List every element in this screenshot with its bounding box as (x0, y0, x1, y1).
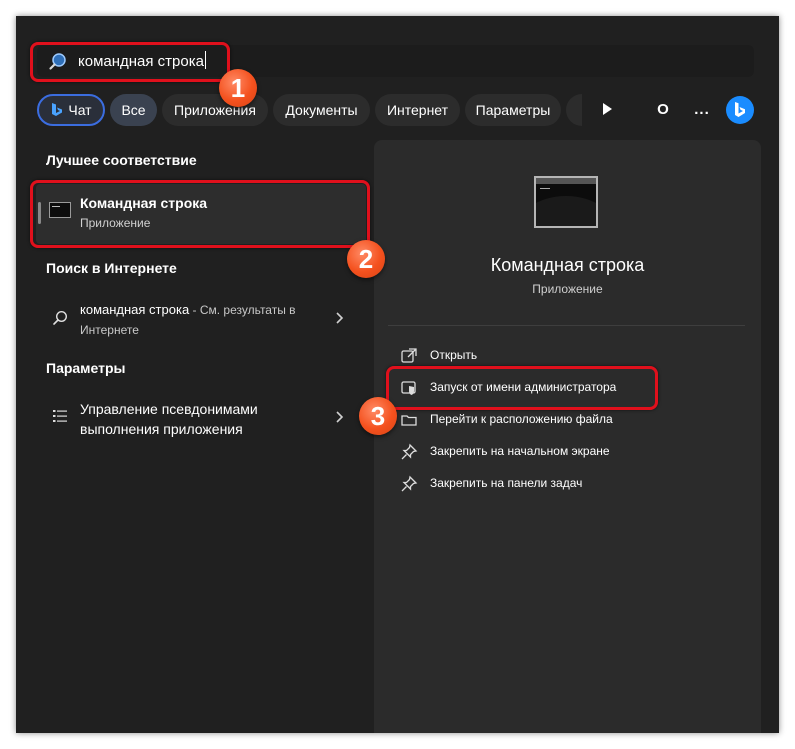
cmd-large-icon (534, 176, 598, 228)
highlight-best-match (30, 180, 370, 248)
tab-chat[interactable]: Чат (37, 94, 105, 126)
highlight-search (30, 42, 230, 82)
search-window: командная строка Чат Все Приложения Доку… (16, 16, 779, 733)
best-match-heading: Лучшее соответствие (46, 152, 197, 168)
divider (388, 325, 745, 326)
details-title: Командная строка (490, 255, 645, 275)
step-badge-3: 3 (359, 397, 397, 435)
tab-internet[interactable]: Интернет (375, 94, 460, 126)
highlight-run-as-admin (386, 366, 658, 410)
web-search-item[interactable]: командная строка - См. результаты в Инте… (80, 300, 330, 340)
pin-icon (401, 475, 418, 492)
bing-logo-icon (726, 96, 754, 125)
settings-item[interactable]: Управление псевдонимами выполнения прило… (80, 399, 310, 439)
play-icon (603, 103, 612, 115)
search-icon (53, 310, 68, 325)
chevron-right-icon[interactable] (334, 410, 344, 424)
details-panel (374, 140, 761, 733)
bing-button[interactable] (724, 94, 756, 126)
account-avatar[interactable]: О (647, 94, 679, 126)
tab-documents[interactable]: Документы (273, 94, 370, 126)
tab-all[interactable]: Все (110, 94, 157, 126)
scroll-right-button[interactable] (591, 94, 623, 126)
chevron-right-icon[interactable] (334, 311, 344, 325)
pin-icon (401, 443, 418, 460)
settings-heading: Параметры (46, 360, 126, 376)
tab-settings[interactable]: Параметры (465, 94, 561, 126)
more-options-button[interactable]: ... (686, 94, 718, 126)
step-badge-1: 1 (219, 69, 257, 107)
bing-icon (52, 103, 63, 116)
web-search-heading: Поиск в Интернете (46, 260, 177, 276)
list-settings-icon (53, 410, 67, 422)
step-badge-2: 2 (347, 240, 385, 278)
details-subtitle: Приложение (532, 282, 603, 296)
open-external-icon (401, 348, 417, 363)
tab-more-clipped[interactable] (566, 94, 582, 126)
folder-icon (401, 415, 417, 426)
